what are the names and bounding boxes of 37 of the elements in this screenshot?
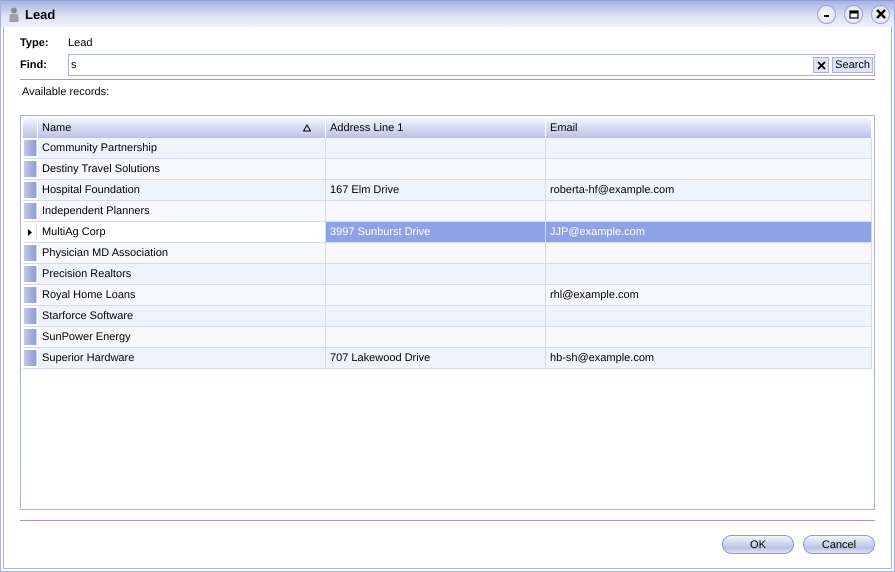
table-cell: Royal Home Loans <box>38 285 326 305</box>
table-cell: hb-sh@example.com <box>546 348 872 368</box>
sort-ascending-icon <box>303 124 311 132</box>
table-cell: 3997 Sunburst Drive <box>326 222 546 242</box>
clear-button[interactable] <box>813 57 830 73</box>
maximize-button[interactable] <box>844 4 863 24</box>
minimize-button[interactable] <box>817 4 836 24</box>
table-cell: Independent Planners <box>38 201 326 221</box>
maximize-icon <box>848 10 858 18</box>
window-title: Lead <box>25 6 56 22</box>
table-cell: Destiny Travel Solutions <box>38 159 326 179</box>
close-icon <box>876 9 886 19</box>
find-field[interactable]: s Search <box>68 54 875 76</box>
find-label: Find: <box>20 59 48 71</box>
type-value: Lead <box>68 37 92 49</box>
table-cell: roberta-hf@example.com <box>546 180 872 200</box>
cancel-button[interactable]: Cancel <box>803 535 875 554</box>
available-records-label: Available records: <box>22 86 110 98</box>
table-cell: Hospital Foundation <box>38 180 326 200</box>
search-button[interactable]: Search <box>832 57 873 73</box>
table-cell: Superior Hardware <box>38 348 326 368</box>
table-cell: 707 Lakewood Drive <box>326 348 546 368</box>
current-row-icon <box>28 228 32 236</box>
table-cell: SunPower Energy <box>38 327 326 347</box>
ok-button[interactable]: OK <box>722 535 794 554</box>
row-selector-header <box>23 118 38 138</box>
table-cell: Community Partnership <box>38 138 326 158</box>
table-cell: Physician MD Association <box>38 243 326 263</box>
person-icon <box>9 6 19 22</box>
table-cell: rhl@example.com <box>546 285 872 305</box>
table-cell: Precision Realtors <box>38 264 326 284</box>
table-cell: JJP@example.com <box>546 222 872 242</box>
type-label: Type: <box>20 37 50 49</box>
table-cell: Starforce Software <box>38 306 326 326</box>
table-cell: 167 Elm Drive <box>326 180 546 200</box>
close-button[interactable] <box>871 4 890 24</box>
close-icon <box>816 60 826 70</box>
